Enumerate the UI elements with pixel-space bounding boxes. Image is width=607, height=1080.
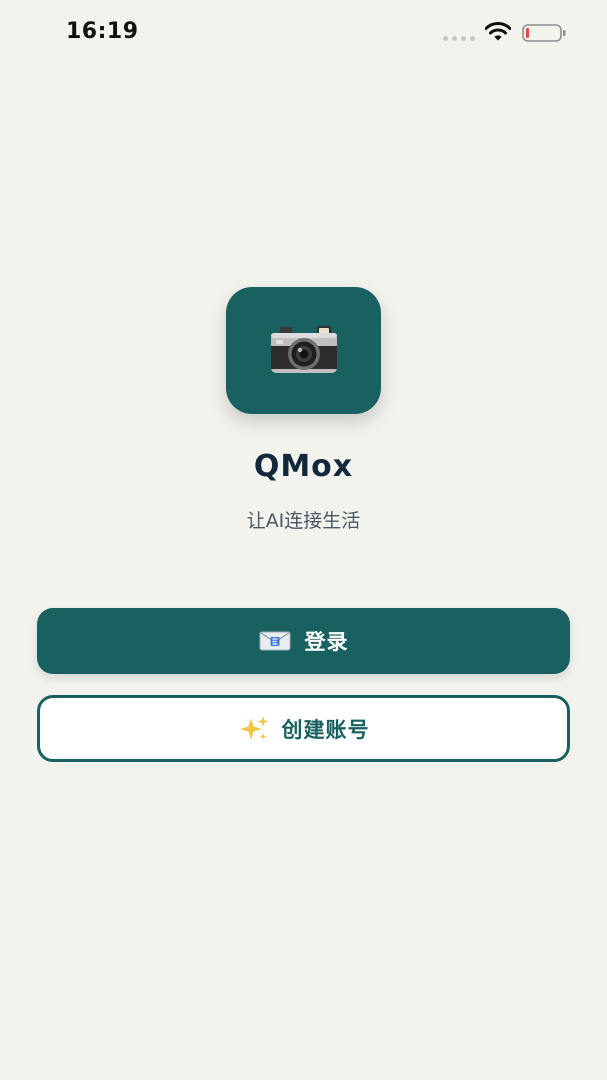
- create-account-button-label: 创建账号: [281, 717, 370, 742]
- battery-low-icon: [522, 24, 566, 42]
- signal-dots-icon: [443, 36, 475, 41]
- status-time: 16:19: [66, 19, 139, 44]
- create-account-button[interactable]: 创建账号: [37, 695, 570, 762]
- camera-icon: [271, 326, 337, 373]
- app-logo: [226, 287, 381, 414]
- login-button[interactable]: 登录: [37, 608, 570, 674]
- wifi-icon: [485, 22, 511, 41]
- status-bar: 16:19: [0, 0, 607, 66]
- sparkles-icon: [239, 715, 268, 740]
- login-button-label: 登录: [304, 630, 349, 654]
- app-tagline: 让AI连接生活: [246, 510, 361, 532]
- envelope-icon: [259, 631, 290, 651]
- app-name: QMox: [253, 449, 354, 484]
